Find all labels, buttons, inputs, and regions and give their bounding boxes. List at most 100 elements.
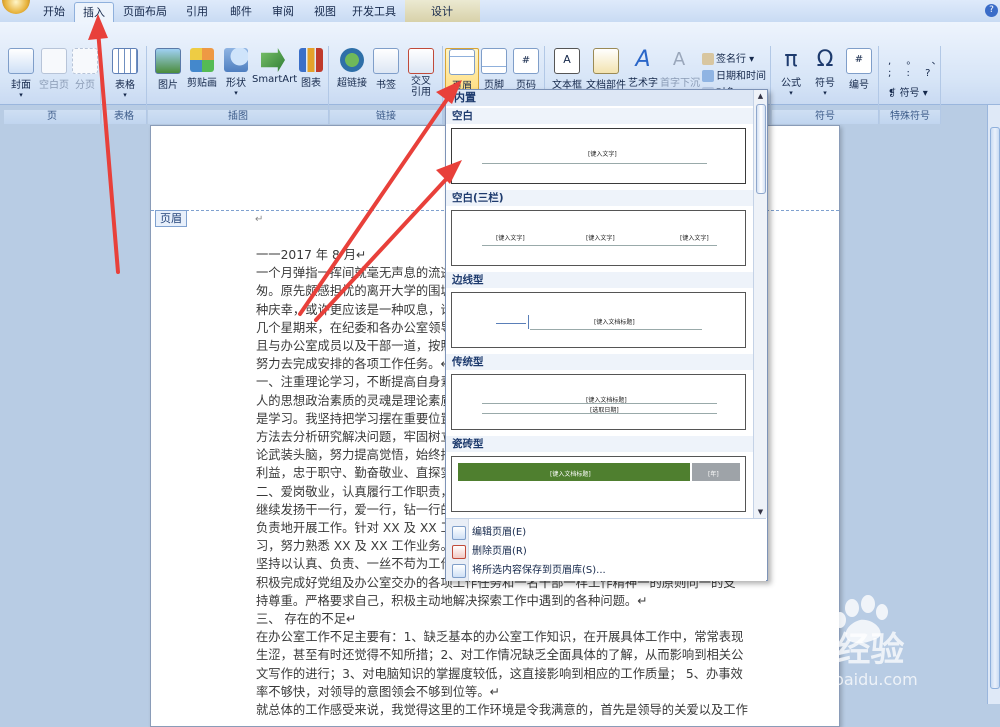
wordart-icon: A — [635, 47, 651, 72]
gallery-category-classic: 传统型 — [446, 354, 753, 370]
bookmark-icon — [373, 48, 399, 74]
header-icon — [449, 49, 475, 75]
gallery-category-blank: 空白 — [446, 108, 753, 124]
quick-parts-icon — [593, 48, 619, 74]
bookmark-button[interactable]: 书签 — [372, 48, 400, 91]
special-symbol-row-2[interactable]: ; : ? — [888, 68, 936, 79]
page-break-icon — [72, 48, 98, 74]
gallery-category-three-column: 空白(三栏) — [446, 190, 753, 206]
document-line: 持尊重。严格要求自己，积极主动地解决探索工作中遇到的各种问题。↵ — [256, 593, 648, 608]
header-template-blank[interactable]: [键入文字] — [451, 128, 746, 184]
gallery-actions: 编辑页眉(E) 删除页眉(R) 将所选内容保存到页眉库(S)... — [446, 518, 766, 581]
document-line: 文写作的进行；3、对电脑知识的掌握度较低，这直接影响到相应的工作质量； 5、办事… — [256, 666, 743, 681]
ribbon-tab-bar: 开始 插入 页面布局 引用 邮件 审阅 视图 开发工具 设计 ? — [0, 0, 1000, 23]
textbox-button[interactable]: A 文本框 — [550, 48, 584, 91]
table-button[interactable]: 表格 ▾ — [110, 48, 140, 99]
remove-header-icon — [452, 545, 466, 559]
equation-button[interactable]: π 公式 ▾ — [776, 47, 806, 98]
special-symbol-row-1[interactable]: , 。 、 — [888, 52, 948, 67]
page-group-label: 页 — [4, 110, 100, 124]
links-group: 超链接 书签 交叉 引用 链接 — [330, 46, 443, 124]
dropcap-button[interactable]: A 首字下沉 — [660, 48, 700, 89]
scroll-up-icon[interactable]: ▲ — [754, 90, 767, 102]
date-time-button[interactable]: 日期和时间 — [702, 67, 766, 82]
wordart-button[interactable]: A 艺术字 — [626, 47, 660, 90]
gallery-scrollbar-thumb[interactable] — [756, 104, 766, 194]
clipart-button[interactable]: 剪贴画 — [186, 48, 218, 89]
special-symbols-group-label: 特殊符号 — [880, 110, 940, 124]
cover-icon — [8, 48, 34, 74]
save-to-gallery-menu-item[interactable]: 将所选内容保存到页眉库(S)... — [446, 561, 766, 580]
special-symbols-group: , 。 、 ; : ? ❡ 符号 ▾ 特殊符号 — [880, 46, 942, 124]
header-gallery-dropdown: 内置 空白 [键入文字] 空白(三栏) [键入文字] [键入文字] [键入文字]… — [445, 89, 768, 581]
tab-page-layout[interactable]: 页面布局 — [116, 2, 174, 21]
office-button[interactable] — [2, 0, 30, 14]
document-line: 率不够快，对领导的意图领会不够到位等。↵ — [256, 684, 500, 699]
symbols-group-label: 符号 — [772, 110, 878, 124]
illustrations-group: 图片 剪贴画 形状 ▾ SmartArt 图表 插图 — [148, 46, 329, 124]
scrollbar-thumb[interactable] — [990, 127, 1000, 689]
clipart-icon — [190, 48, 214, 72]
page-group: 封面 ▾ 空白页 分页 页 — [4, 46, 101, 124]
tab-review[interactable]: 审阅 — [264, 2, 302, 21]
calendar-icon — [702, 70, 714, 82]
table-group-label: 表格 — [102, 110, 146, 124]
table-group: 表格 ▾ 表格 — [102, 46, 147, 124]
header-label-tag: 页眉 — [155, 210, 187, 227]
tab-insert[interactable]: 插入 — [74, 2, 114, 23]
scroll-down-icon[interactable]: ▼ — [754, 506, 767, 518]
help-icon[interactable]: ? — [985, 4, 998, 17]
chart-button[interactable]: 图表 — [298, 48, 324, 89]
omega-icon: Ω — [816, 47, 834, 72]
gallery-section-title: 内置 — [446, 90, 753, 106]
tab-home[interactable]: 开始 — [36, 2, 72, 21]
quick-parts-button[interactable]: 文档部件 — [584, 48, 628, 91]
header-template-tile[interactable]: [键入文档标题] [年] — [451, 456, 746, 512]
cross-reference-button[interactable]: 交叉 引用 — [404, 48, 438, 98]
chart-icon — [299, 48, 323, 72]
shape-button[interactable]: 形状 ▾ — [222, 48, 250, 97]
page-break-button[interactable]: 分页 — [72, 48, 98, 91]
gallery-category-edge: 边线型 — [446, 272, 753, 288]
picture-button[interactable]: 图片 — [154, 48, 182, 91]
tab-design[interactable]: 设计 — [420, 2, 464, 21]
signature-line-button[interactable]: 签名行 ▾ — [702, 50, 754, 65]
header-template-classic[interactable]: [键入文档标题] [选取日期] — [451, 374, 746, 430]
hyperlink-globe-icon — [340, 48, 364, 72]
remove-header-menu-item[interactable]: 删除页眉(R) — [446, 542, 766, 561]
watermark-url: jingyan.baidu.com — [770, 670, 918, 689]
links-group-label: 链接 — [330, 110, 442, 124]
cover-button[interactable]: 封面 ▾ — [6, 48, 36, 99]
watermark-brand: Bai 经验 — [764, 630, 905, 670]
picture-icon — [155, 48, 181, 74]
special-symbol-button[interactable]: ❡ 符号 ▾ — [888, 84, 928, 99]
blank-page-button[interactable]: 空白页 — [38, 48, 70, 91]
tab-references[interactable]: 引用 — [178, 2, 216, 21]
page-number-icon: # — [513, 48, 539, 74]
gallery-category-tile: 瓷砖型 — [446, 436, 753, 452]
number-button[interactable]: # 编号 — [844, 48, 874, 91]
symbol-button[interactable]: Ω 符号 ▾ — [810, 47, 840, 98]
save-to-gallery-icon — [452, 564, 466, 578]
baidu-watermark: Bai 经验 jingyan.baidu.com — [760, 590, 990, 700]
blank-page-icon — [41, 48, 67, 74]
dropcap-icon: A — [672, 49, 686, 70]
tab-mailings[interactable]: 邮件 — [222, 2, 260, 21]
tab-view[interactable]: 视图 — [306, 2, 344, 21]
edit-header-menu-item[interactable]: 编辑页眉(E) — [446, 523, 766, 542]
header-template-edge[interactable]: [键入文档标题] — [451, 292, 746, 348]
tab-developer[interactable]: 开发工具 — [346, 2, 402, 21]
gallery-scrollbar[interactable]: ▲ ▼ — [753, 90, 767, 518]
document-line: 生涩，甚至有时还觉得不知所措；2、对工作情况缺乏全面具体的了解，从而影响到相关公 — [256, 648, 744, 663]
header-template-three-column[interactable]: [键入文字] [键入文字] [键入文字] — [451, 210, 746, 266]
pi-icon: π — [784, 47, 798, 72]
footer-icon — [481, 48, 507, 74]
smartart-button[interactable]: SmartArt — [252, 48, 297, 85]
document-line: 在办公室工作不足主要有：1、缺乏基本的办公室工作知识，在开展具体工作中，常常表现 — [256, 630, 744, 645]
shape-icon — [224, 48, 248, 72]
cross-reference-icon — [408, 48, 434, 74]
symbols-group: π 公式 ▾ Ω 符号 ▾ # 编号 符号 — [772, 46, 879, 124]
number-icon: # — [846, 48, 872, 74]
illustrations-group-label: 插图 — [148, 110, 328, 124]
hyperlink-button[interactable]: 超链接 — [334, 48, 370, 89]
